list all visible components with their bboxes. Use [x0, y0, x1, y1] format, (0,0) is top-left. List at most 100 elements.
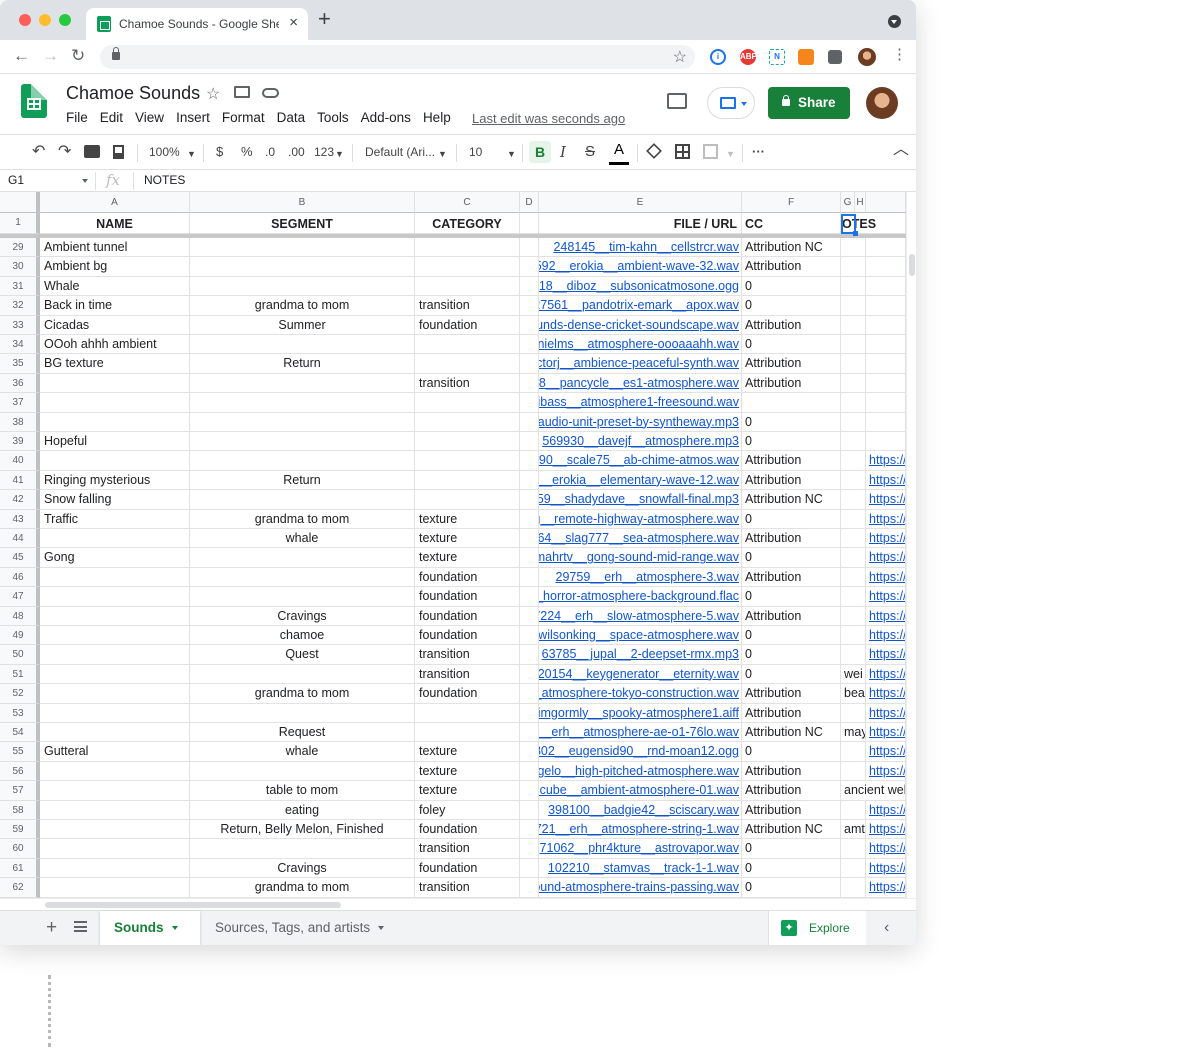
row-header[interactable]: 60 [0, 839, 40, 859]
table-row[interactable]: 59 Return, Belly Melon, Finished foundatio… [0, 820, 906, 840]
cell-cc[interactable]: Attribution [742, 529, 841, 549]
cell-h[interactable]: https:// [866, 703, 906, 723]
cell-category[interactable]: foundation [415, 606, 520, 626]
cell-cc[interactable]: Attribution [742, 451, 841, 471]
cell-g[interactable] [841, 567, 866, 588]
notion-extension-icon[interactable]: N [769, 49, 785, 65]
cell-cc[interactable]: 0 [742, 548, 841, 568]
add-sheet-button[interactable]: + [46, 917, 57, 939]
table-row[interactable]: 37 ribass__atmosphere1-freesound.wav [0, 393, 906, 413]
cell-h[interactable]: https:// [866, 820, 906, 840]
maximize-window-button[interactable] [59, 14, 71, 26]
cell-g[interactable] [841, 548, 866, 568]
cell-category[interactable]: transition [415, 664, 520, 685]
cell-cc[interactable]: Attribution [742, 470, 841, 491]
cell-category[interactable] [415, 335, 520, 355]
cell-g[interactable] [841, 587, 866, 607]
row-header[interactable]: 58 [0, 800, 40, 820]
cell-name[interactable]: OOoh ahhh ambient [40, 335, 190, 355]
file-link[interactable]: mahrtv__gong-sound-mid-range.wav [539, 550, 739, 564]
scroll-thumb[interactable] [45, 902, 341, 908]
cell-cc[interactable]: 0 [742, 742, 841, 762]
file-link[interactable]: 248145__tim-kahn__cellstrcr.wav [553, 240, 739, 254]
cell-g[interactable] [841, 800, 866, 820]
cell-category[interactable] [415, 703, 520, 723]
cell-file[interactable]: _horror-atmosphere-background.flac [539, 587, 742, 607]
file-link[interactable]: 38__pancycle__es1-atmosphere.wav [539, 376, 739, 390]
table-row[interactable]: 35 BG texture Return ctorj__ambience-peacef… [0, 354, 906, 374]
cell-cc[interactable]: 0 [742, 276, 841, 297]
cell-category[interactable]: foundation [415, 567, 520, 588]
row-header[interactable]: 41 [0, 470, 40, 491]
cell-h[interactable]: https:// [866, 723, 906, 743]
cell-segment[interactable] [190, 276, 415, 297]
row-header[interactable]: 38 [0, 412, 40, 432]
cell-category[interactable] [415, 354, 520, 374]
file-link[interactable]: anielms__atmosphere-oooaaahh.wav [539, 337, 739, 351]
file-link[interactable]: 592__erokia__ambient-wave-32.wav [539, 259, 739, 273]
table-row[interactable]: 40 090__scale75__ab-chime-atmos.wav Attrib… [0, 451, 906, 471]
cell-file[interactable]: -audio-unit-preset-by-syntheway.mp3 [539, 412, 742, 432]
row-header[interactable]: 44 [0, 529, 40, 549]
profile-avatar-small[interactable] [858, 48, 876, 66]
cell-h[interactable]: https:// [866, 858, 906, 879]
cell-name[interactable] [40, 664, 190, 685]
cell-category[interactable]: texture [415, 761, 520, 782]
cell-g[interactable] [841, 606, 866, 626]
cell-d[interactable] [520, 645, 539, 665]
cell-name[interactable] [40, 839, 190, 859]
cell-segment[interactable]: grandma to mom [190, 878, 415, 898]
file-link[interactable]: 102210__stamvas__track-1-1.wav [548, 861, 739, 875]
file-link[interactable]: ribass__atmosphere1-freesound.wav [539, 395, 739, 409]
cell-h[interactable]: https:// [866, 664, 906, 685]
cell-cc[interactable]: 0 [742, 858, 841, 879]
cell-d[interactable] [520, 529, 539, 549]
row-header[interactable]: 35 [0, 354, 40, 374]
cell-name-header[interactable]: NAME [40, 213, 190, 234]
cell-cc[interactable]: Attribution NC [742, 238, 841, 258]
table-row[interactable]: 39 Hopeful 569930__davejf__atmosphere.mp3 0 [0, 432, 906, 452]
scroll-thumb[interactable] [909, 254, 915, 276]
table-row[interactable]: 52 grandma to mom foundation _atmosphere-to… [0, 684, 906, 704]
file-link[interactable]: g__remote-highway-atmosphere.wav [539, 512, 739, 526]
cell-category[interactable]: texture [415, 529, 520, 549]
cell-d[interactable] [520, 761, 539, 782]
column-header-b[interactable]: B [190, 192, 415, 213]
cell-name[interactable] [40, 703, 190, 723]
row-header[interactable]: 54 [0, 723, 40, 743]
cell-h[interactable] [866, 257, 906, 277]
cell-d[interactable] [520, 451, 539, 471]
cell-file-header[interactable]: FILE / URL [539, 213, 742, 234]
file-link[interactable]: 27561__pandotrix-emark__apox.wav [539, 298, 739, 312]
table-row[interactable]: 34 OOoh ahhh ambient anielms__atmosphere-o… [0, 335, 906, 355]
row-header[interactable]: 51 [0, 664, 40, 685]
cell-g[interactable] [841, 276, 866, 297]
font-size-select[interactable]: 10 [469, 143, 482, 161]
cell-segment[interactable]: grandma to mom [190, 684, 415, 704]
cell-name[interactable] [40, 878, 190, 898]
merge-cells-icon[interactable] [703, 144, 718, 159]
cell-d[interactable] [520, 315, 539, 335]
cell-h[interactable] [866, 373, 906, 394]
cell-file[interactable]: ound-atmosphere-trains-passing.wav [539, 878, 742, 898]
cell-file[interactable]: 27561__pandotrix-emark__apox.wav [539, 296, 742, 316]
cell-file[interactable]: 7224__erh__slow-atmosphere-5.wav [539, 606, 742, 626]
cell-d[interactable] [520, 684, 539, 704]
file-link[interactable]: unds-dense-cricket-soundscape.wav [539, 318, 739, 332]
cell-g[interactable] [841, 335, 866, 355]
menu-view[interactable]: View [135, 110, 164, 125]
menu-edit[interactable]: Edit [100, 110, 123, 125]
cell-segment[interactable] [190, 393, 415, 413]
cell-d[interactable] [520, 606, 539, 626]
cell-d[interactable] [520, 238, 539, 258]
cell-d[interactable] [520, 858, 539, 879]
cell-g[interactable] [841, 238, 866, 258]
column-header-a[interactable]: A [40, 192, 190, 213]
file-link[interactable]: ctorj__ambience-peaceful-synth.wav [539, 356, 739, 370]
file-link[interactable]: agelo__high-pitched-atmosphere.wav [539, 764, 739, 778]
account-avatar[interactable] [866, 87, 898, 119]
cell-segment[interactable] [190, 567, 415, 588]
cell-file[interactable]: 318__diboz__subsonicatmosone.ogg [539, 276, 742, 297]
cell-d[interactable] [520, 567, 539, 588]
cell-h[interactable] [866, 335, 906, 355]
